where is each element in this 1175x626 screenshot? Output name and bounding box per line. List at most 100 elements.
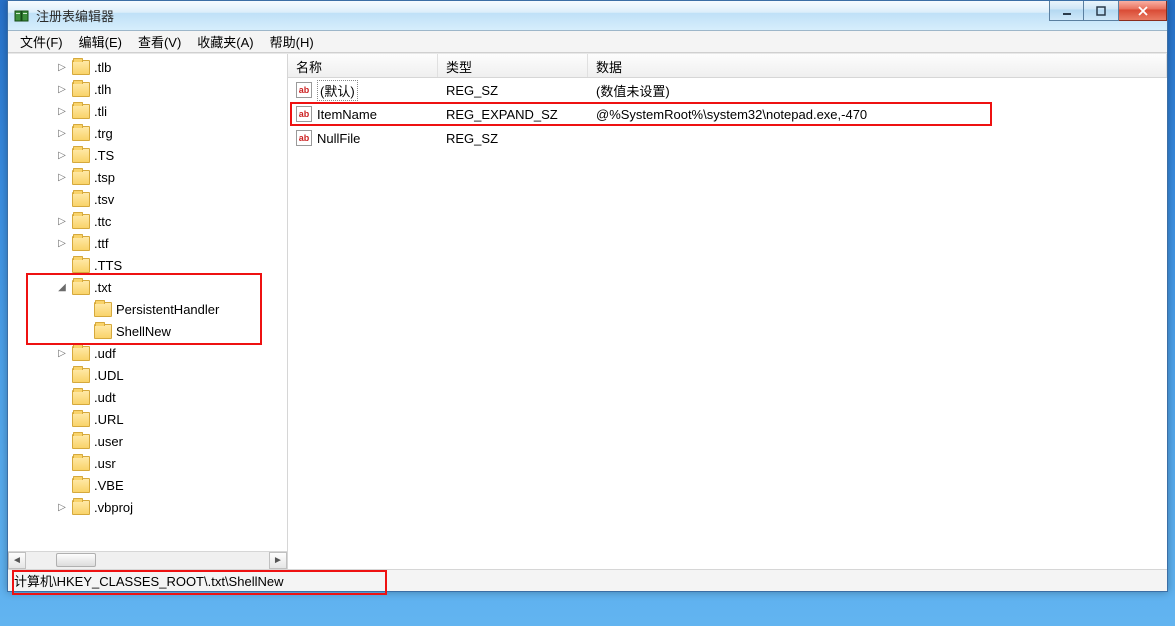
expander-icon[interactable] — [56, 457, 68, 469]
list-row[interactable]: (默认)REG_SZ(数值未设置) — [288, 78, 1167, 102]
expander-icon[interactable]: ▷ — [56, 171, 68, 183]
tree-item[interactable]: ◢.txt — [48, 276, 287, 298]
tree-pane: ▷.tlb▷.tlh▷.tli▷.trg▷.TS▷.tsp.tsv▷.ttc▷.… — [8, 54, 288, 569]
expander-icon[interactable] — [56, 413, 68, 425]
value-name: ItemName — [317, 107, 377, 122]
scroll-left-arrow[interactable]: ◄ — [8, 552, 26, 569]
menu-edit[interactable]: 编辑(E) — [71, 30, 130, 53]
expander-icon[interactable] — [56, 369, 68, 381]
tree-item[interactable]: ShellNew — [48, 320, 287, 342]
tree-horizontal-scrollbar[interactable]: ◄ ► — [8, 551, 287, 569]
tree-item[interactable]: ▷.ttf — [48, 232, 287, 254]
window-controls — [1049, 1, 1167, 21]
cell-data: @%SystemRoot%\system32\notepad.exe,-470 — [588, 107, 1167, 122]
tree-item[interactable]: ▷ .ttc — [48, 210, 287, 232]
cell-type: REG_EXPAND_SZ — [438, 107, 588, 122]
tree-item[interactable]: ▷.tlb — [48, 56, 287, 78]
tree-item[interactable]: PersistentHandler — [48, 298, 287, 320]
tree: ▷.tlb▷.tlh▷.tli▷.trg▷.TS▷.tsp.tsv▷.ttc▷.… — [8, 54, 287, 518]
tree-item[interactable]: .udt — [48, 386, 287, 408]
folder-icon — [72, 148, 90, 163]
menu-view[interactable]: 查看(V) — [130, 30, 189, 53]
tree-item[interactable]: .UDL — [48, 364, 287, 386]
folder-icon — [72, 126, 90, 141]
tree-item-label: .UDL — [94, 368, 124, 383]
tree-scroll[interactable]: ▷.tlb▷.tlh▷.tli▷.trg▷.TS▷.tsp.tsv▷.ttc▷.… — [8, 54, 287, 551]
tree-item[interactable]: .URL — [48, 408, 287, 430]
cell-name: ItemName — [288, 106, 438, 122]
expander-icon[interactable] — [78, 303, 90, 315]
tree-item[interactable]: ▷ .trg — [48, 122, 287, 144]
menu-favorites[interactable]: 收藏夹(A) — [189, 30, 261, 53]
tree-item-label: .ttc — [94, 214, 111, 229]
list-row[interactable]: ItemName REG_EXPAND_SZ@%SystemRoot%\syste… — [288, 102, 1167, 126]
tree-item[interactable]: .user — [48, 430, 287, 452]
scroll-track[interactable] — [26, 552, 269, 569]
folder-icon — [72, 280, 90, 295]
minimize-button[interactable] — [1049, 1, 1084, 21]
folder-icon — [72, 104, 90, 119]
tree-item-label: .vbproj — [94, 500, 133, 515]
expander-icon[interactable]: ▷ — [56, 347, 68, 359]
cell-name: NullFile — [288, 130, 438, 146]
folder-icon — [94, 302, 112, 317]
list-row[interactable]: NullFile REG_SZ — [288, 126, 1167, 150]
tree-item[interactable]: ▷ .vbproj — [48, 496, 287, 518]
list-body[interactable]: (默认)REG_SZ(数值未设置) ItemName REG_EXPAND_SZ@%… — [288, 78, 1167, 569]
expander-icon[interactable]: ▷ — [56, 149, 68, 161]
expander-icon[interactable] — [56, 391, 68, 403]
window-title: 注册表编辑器 — [36, 6, 114, 25]
expander-icon[interactable]: ▷ — [56, 501, 68, 513]
tree-item[interactable]: ▷.TS — [48, 144, 287, 166]
folder-icon — [72, 236, 90, 251]
tree-item-label: .URL — [94, 412, 124, 427]
expander-icon[interactable]: ▷ — [56, 215, 68, 227]
tree-item[interactable]: .tsv — [48, 188, 287, 210]
expander-icon[interactable]: ▷ — [56, 127, 68, 139]
maximize-button[interactable] — [1084, 1, 1119, 21]
tree-item[interactable]: .VBE — [48, 474, 287, 496]
expander-icon[interactable] — [56, 435, 68, 447]
folder-icon — [72, 368, 90, 383]
folder-icon — [72, 192, 90, 207]
folder-icon — [72, 434, 90, 449]
expander-icon[interactable] — [56, 259, 68, 271]
tree-item[interactable]: ▷.tli — [48, 100, 287, 122]
tree-item[interactable]: ▷.udf — [48, 342, 287, 364]
menu-file[interactable]: 文件(F) — [12, 30, 71, 53]
tree-item-label: ShellNew — [116, 324, 171, 339]
folder-icon — [72, 60, 90, 75]
folder-icon — [72, 82, 90, 97]
value-name: NullFile — [317, 131, 360, 146]
expander-icon[interactable]: ▷ — [56, 61, 68, 73]
tree-item[interactable]: ▷.tsp — [48, 166, 287, 188]
expander-icon[interactable]: ▷ — [56, 237, 68, 249]
folder-icon — [72, 214, 90, 229]
cell-type: REG_SZ — [438, 131, 588, 146]
folder-icon — [72, 412, 90, 427]
expander-icon[interactable] — [78, 325, 90, 337]
menu-help[interactable]: 帮助(H) — [262, 30, 322, 53]
value-name: (默认) — [317, 80, 358, 101]
folder-icon — [72, 390, 90, 405]
scroll-right-arrow[interactable]: ► — [269, 552, 287, 569]
expander-icon[interactable]: ▷ — [56, 83, 68, 95]
tree-item[interactable]: .TTS — [48, 254, 287, 276]
column-header-type[interactable]: 类型 — [438, 54, 588, 77]
column-header-name[interactable]: 名称 — [288, 54, 438, 77]
close-button[interactable] — [1119, 1, 1167, 21]
string-value-icon — [296, 130, 312, 146]
expander-icon[interactable] — [56, 193, 68, 205]
titlebar[interactable]: 注册表编辑器 — [8, 1, 1167, 31]
folder-icon — [72, 346, 90, 361]
expander-icon[interactable]: ▷ — [56, 105, 68, 117]
scroll-thumb[interactable] — [56, 553, 96, 567]
folder-icon — [72, 500, 90, 515]
expander-icon[interactable] — [56, 479, 68, 491]
column-header-data[interactable]: 数据 — [588, 54, 1167, 77]
tree-item-label: .user — [94, 434, 123, 449]
tree-item[interactable]: .usr — [48, 452, 287, 474]
tree-item[interactable]: ▷.tlh — [48, 78, 287, 100]
tree-item-label: .trg — [94, 126, 113, 141]
expander-icon[interactable]: ◢ — [56, 281, 68, 293]
